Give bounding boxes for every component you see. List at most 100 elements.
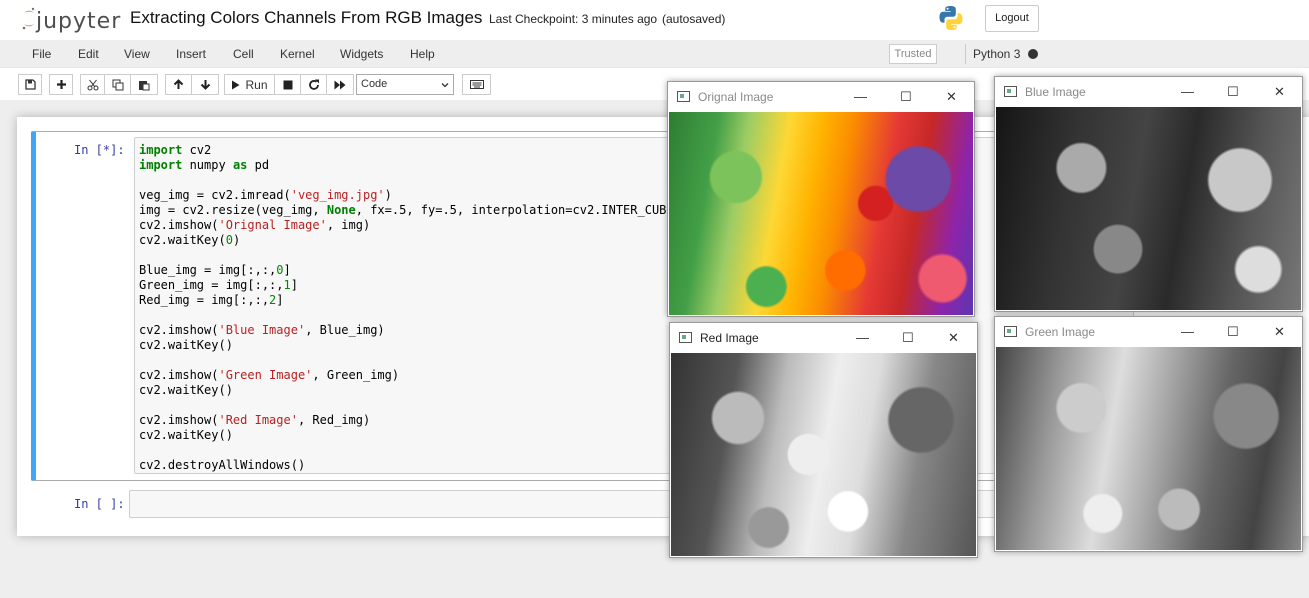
restart-run-all-button[interactable]: [327, 74, 354, 95]
cell-type-value: Code: [361, 78, 388, 90]
window-title: Orignal Image: [698, 90, 774, 104]
code-line: cv2.imshow('Blue Image', Blue_img): [139, 323, 688, 338]
menu-file[interactable]: File: [32, 47, 51, 61]
checkpoint-status: Last Checkpoint: 3 minutes ago: [489, 12, 658, 26]
interrupt-button[interactable]: [275, 74, 301, 95]
code-token: 'Orignal Image': [218, 218, 327, 232]
fast-forward-icon: [334, 80, 346, 89]
move-down-button[interactable]: [192, 74, 219, 95]
code-line: cv2.waitKey(0): [139, 233, 688, 248]
red-channel-image: [671, 353, 976, 556]
window-titlebar[interactable]: Orignal Image — ☐ ✕: [668, 82, 974, 112]
minimize-icon[interactable]: —: [1181, 324, 1194, 339]
menu-kernel[interactable]: Kernel: [280, 47, 315, 61]
menu-cell[interactable]: Cell: [233, 47, 254, 61]
code-token: 1: [283, 278, 291, 292]
code-text: import cv2 import numpy as pd veg_img = cv…: [139, 143, 688, 473]
restart-button[interactable]: [301, 74, 327, 95]
move-up-button[interactable]: [165, 74, 192, 95]
code-token: 'veg_img.jpg': [290, 188, 385, 202]
kernel-separator: [965, 44, 966, 64]
window-blue-image[interactable]: Blue Image — ☐ ✕: [994, 76, 1303, 312]
window-app-icon: [677, 91, 690, 102]
code-token: , img): [326, 218, 371, 232]
kernel-busy-indicator-icon: [1028, 49, 1038, 59]
close-icon[interactable]: ✕: [1274, 84, 1285, 100]
blue-channel-image: [996, 107, 1301, 310]
code-line: cv2.imshow('Red Image', Red_img): [139, 413, 688, 428]
code-token: , Blue_img): [305, 323, 385, 337]
copy-button[interactable]: [105, 74, 131, 95]
maximize-icon[interactable]: ☐: [902, 330, 914, 346]
window-titlebar[interactable]: Green Image — ☐ ✕: [995, 317, 1302, 347]
jupyter-logo[interactable]: jupyter: [22, 6, 120, 34]
window-green-image[interactable]: Green Image — ☐ ✕: [994, 316, 1303, 552]
code-token: ]: [276, 293, 284, 307]
menu-edit[interactable]: Edit: [78, 47, 99, 61]
code-token: cv2.imshow(: [139, 413, 219, 427]
code-token: 0: [225, 233, 233, 247]
maximize-icon[interactable]: ☐: [1227, 324, 1239, 340]
arrow-up-icon: [173, 79, 184, 89]
code-token: cv2.waitKey(): [139, 383, 233, 397]
minimize-icon[interactable]: —: [856, 330, 869, 345]
close-icon[interactable]: ✕: [946, 89, 957, 105]
code-token: Blue_img = img[:,:,: [139, 263, 277, 277]
code-editor-empty[interactable]: [129, 490, 1129, 518]
cell-prompt: In [*]:: [74, 143, 125, 157]
code-token: ]: [283, 263, 291, 277]
maximize-icon[interactable]: ☐: [900, 89, 912, 105]
run-button[interactable]: Run: [224, 74, 275, 95]
code-token: pd: [247, 158, 270, 172]
code-line: img = cv2.resize(veg_img, None, fx=.5, f…: [139, 203, 688, 218]
code-token: veg_img = cv2.imread(: [139, 188, 291, 202]
cut-button[interactable]: [80, 74, 105, 95]
keyboard-icon: [469, 80, 484, 89]
code-editor[interactable]: import cv2 import numpy as pd veg_img = cv…: [134, 137, 1134, 474]
window-app-icon: [1004, 86, 1017, 97]
close-icon[interactable]: ✕: [1274, 324, 1285, 340]
window-title: Blue Image: [1025, 85, 1086, 99]
kernel-name[interactable]: Python 3: [973, 47, 1020, 61]
logout-button[interactable]: Logout: [985, 5, 1039, 32]
menu-help[interactable]: Help: [410, 47, 435, 61]
close-icon[interactable]: ✕: [948, 330, 959, 346]
code-line: Blue_img = img[:,:,0]: [139, 263, 688, 278]
window-title: Red Image: [700, 331, 759, 345]
code-token: 'Red Image': [218, 413, 298, 427]
minimize-icon[interactable]: —: [854, 89, 867, 104]
code-line: cv2.imshow('Orignal Image', img): [139, 218, 688, 233]
code-line: veg_img = cv2.imread('veg_img.jpg'): [139, 188, 688, 203]
code-token: 'Green Image': [218, 368, 313, 382]
chevron-down-icon: [441, 83, 449, 88]
code-line: cv2.waitKey(): [139, 428, 688, 443]
menu-view[interactable]: View: [124, 47, 150, 61]
run-button-label: Run: [245, 77, 268, 92]
code-token: cv2.imshow(: [139, 368, 219, 382]
minimize-icon[interactable]: —: [1181, 84, 1194, 99]
maximize-icon[interactable]: ☐: [1227, 84, 1239, 100]
code-token: cv2.imshow(: [139, 218, 219, 232]
insert-cell-button[interactable]: [49, 74, 73, 95]
window-original-image[interactable]: Orignal Image — ☐ ✕: [667, 81, 975, 317]
window-red-image[interactable]: Red Image — ☐ ✕: [669, 322, 978, 558]
notebook-title[interactable]: Extracting Colors Channels From RGB Imag…: [130, 8, 482, 28]
save-button[interactable]: [18, 74, 42, 95]
code-line: import numpy as pd: [139, 158, 688, 173]
paste-button[interactable]: [131, 74, 158, 95]
window-app-icon: [679, 332, 692, 343]
trusted-indicator[interactable]: Trusted: [889, 44, 937, 64]
code-token: numpy: [182, 158, 233, 172]
menu-insert[interactable]: Insert: [176, 47, 206, 61]
code-token: as: [232, 158, 248, 172]
command-palette-button[interactable]: [462, 74, 491, 95]
window-titlebar[interactable]: Red Image — ☐ ✕: [670, 323, 977, 353]
code-token: 0: [276, 263, 284, 277]
cell-type-select[interactable]: Code: [356, 74, 454, 95]
code-token: img = cv2.resize(veg_img,: [139, 203, 327, 217]
menu-widgets[interactable]: Widgets: [340, 47, 383, 61]
jupyter-logo-icon: [22, 7, 35, 30]
window-titlebar[interactable]: Blue Image — ☐ ✕: [995, 77, 1302, 107]
